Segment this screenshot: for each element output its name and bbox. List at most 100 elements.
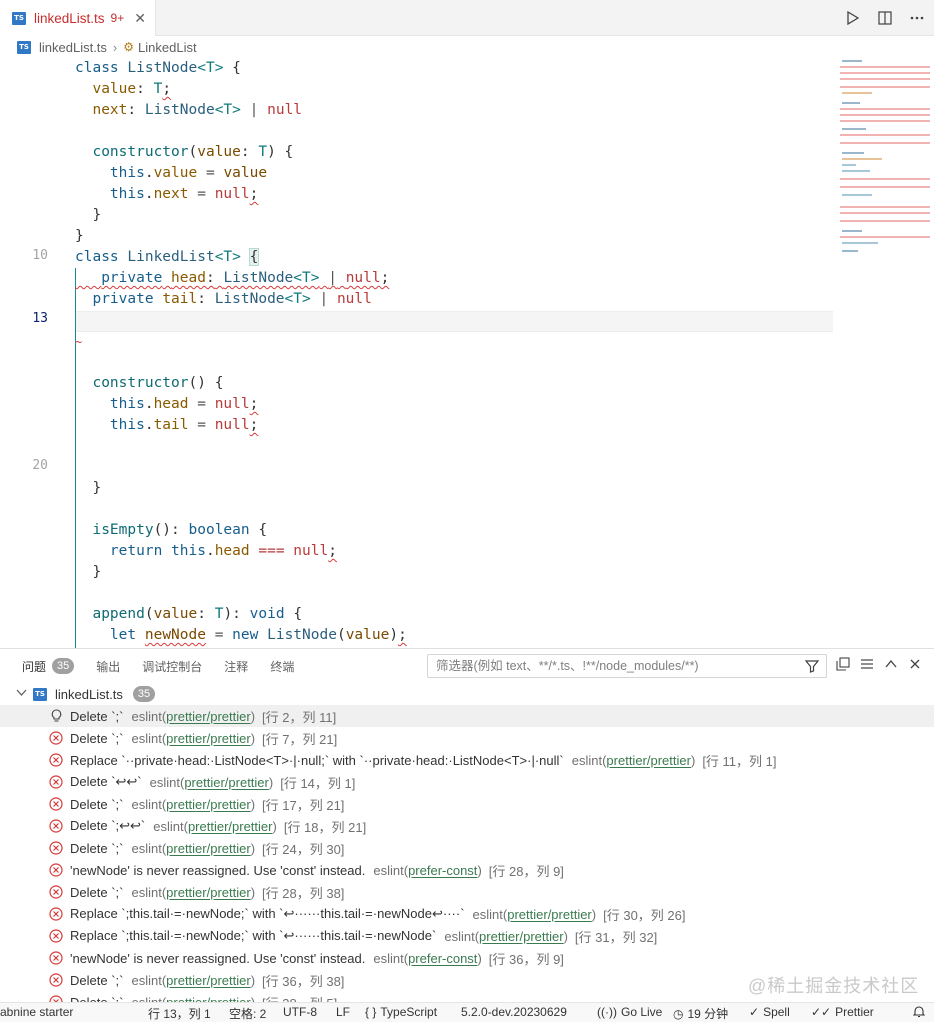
- problem-rule-link[interactable]: prettier/prettier: [166, 731, 251, 746]
- problem-rule-link[interactable]: prefer-const: [408, 863, 477, 878]
- problem-rule-link[interactable]: prettier/prettier: [166, 995, 251, 1003]
- problems-file-node[interactable]: TS linkedList.ts 35: [0, 683, 934, 705]
- minimap-line: [842, 158, 882, 160]
- breadcrumb-symbol[interactable]: LinkedList: [138, 40, 197, 55]
- status-ts-version[interactable]: 5.2.0-dev.20230629: [461, 1005, 567, 1019]
- problem-location: [行 17，列 21]: [262, 797, 345, 813]
- clock-icon: ◷: [673, 1006, 684, 1021]
- filter-icon[interactable]: [804, 659, 820, 676]
- problem-location: [行 2，列 11]: [262, 709, 337, 725]
- problem-row[interactable]: Delete `;↩↩` eslint(prettier/prettier) [行 …: [0, 815, 934, 837]
- problem-message: Delete `;`: [70, 730, 124, 746]
- close-panel-icon[interactable]: [908, 657, 922, 674]
- problem-rule-link[interactable]: prettier/prettier: [166, 885, 251, 900]
- minimap-error-line: [840, 78, 930, 80]
- minimap-line: [842, 152, 864, 154]
- problem-row[interactable]: Delete `;` eslint(prettier/prettier) [行 7，…: [0, 727, 934, 749]
- line-number-active: 13: [32, 311, 48, 326]
- problem-row[interactable]: Delete `;` eslint(prettier/prettier) [行 17…: [0, 793, 934, 815]
- status-timer[interactable]: ◷ 19 分钟: [673, 1005, 728, 1022]
- run-icon[interactable]: [844, 9, 862, 27]
- chevron-right-icon: ›: [112, 39, 118, 55]
- status-spell-label: Spell: [763, 1005, 790, 1019]
- status-cursor-position[interactable]: 行 13，列 1: [148, 1005, 211, 1022]
- problem-location: [行 11，列 1]: [702, 753, 777, 769]
- status-eol[interactable]: LF: [336, 1005, 350, 1019]
- code-line: let newNode = new ListNode(value);: [109, 627, 407, 643]
- problem-rule-link[interactable]: prettier/prettier: [507, 907, 592, 922]
- problem-row[interactable]: Delete `;` eslint(prettier/prettier) [行 24…: [0, 837, 934, 859]
- code-editor[interactable]: 10 13 20 class ListNode<T> { value: T; n…: [0, 58, 934, 648]
- code-line: private head: ListNode<T> | null;: [101, 270, 390, 286]
- problem-row[interactable]: Replace `;this.tail·=·newNode;` with `↩·…: [0, 925, 934, 947]
- problem-row[interactable]: Delete `;` eslint(prettier/prettier) [行 2，…: [0, 705, 934, 727]
- problems-filter-input[interactable]: 筛选器(例如 text、**/*.ts、!**/node_modules/**): [427, 654, 827, 678]
- problem-row[interactable]: Delete `;` eslint(prettier/prettier) [行 28…: [0, 881, 934, 903]
- code-line: this.next = null;: [109, 186, 259, 202]
- problem-source-prefix: eslint(: [131, 708, 167, 724]
- problem-rule-link[interactable]: prettier/prettier: [166, 841, 251, 856]
- problem-location: [行 38，列 5]: [262, 993, 337, 1003]
- problem-source: eslint(prettier/prettier): [131, 885, 255, 900]
- problem-message: 'newNode' is never reassigned. Use 'cons…: [70, 950, 366, 966]
- problem-source-suffix: ): [250, 840, 256, 856]
- tab-comments[interactable]: 注释: [224, 658, 248, 675]
- code-line: private tail: ListNode<T> | null: [92, 291, 372, 307]
- problem-row[interactable]: 'newNode' is never reassigned. Use 'cons…: [0, 947, 934, 969]
- status-encoding[interactable]: UTF-8: [283, 1005, 317, 1019]
- tab-problem-count: 9+: [110, 11, 125, 25]
- collapse-all-icon[interactable]: [836, 657, 850, 674]
- status-tabnine[interactable]: abnine starter: [0, 1005, 73, 1019]
- problem-row[interactable]: Replace `;this.tail·=·newNode;` with `↩·…: [0, 903, 934, 925]
- view-as-list-icon[interactable]: [860, 657, 874, 674]
- more-actions-icon[interactable]: [908, 9, 926, 27]
- problem-rule-link[interactable]: prettier/prettier: [166, 709, 251, 724]
- check-icon: ✓: [749, 1005, 760, 1019]
- problem-message: Delete `↩↩`: [70, 774, 142, 789]
- status-go-live[interactable]: ((·)) Go Live: [597, 1005, 662, 1019]
- problem-message: Delete `;`: [70, 840, 124, 856]
- problem-rule-link[interactable]: prettier/prettier: [184, 775, 269, 790]
- problem-source-prefix: eslint(: [131, 994, 167, 1003]
- problem-rule-link[interactable]: prettier/prettier: [479, 929, 564, 944]
- code-line: constructor(value: T) {: [92, 144, 294, 160]
- status-language[interactable]: { } TypeScript: [365, 1005, 437, 1019]
- tab-debug-console[interactable]: 调试控制台: [142, 658, 202, 675]
- problem-rule-link[interactable]: prettier/prettier: [166, 797, 251, 812]
- problem-row[interactable]: Replace `··private·head:·ListNode<T>·|·n…: [0, 749, 934, 771]
- status-spell[interactable]: ✓ Spell: [749, 1005, 790, 1019]
- problem-source: eslint(prettier/prettier): [153, 819, 277, 834]
- status-indentation[interactable]: 空格: 2: [229, 1005, 266, 1022]
- problem-row[interactable]: 'newNode' is never reassigned. Use 'cons…: [0, 859, 934, 881]
- tab-output-label: 输出: [96, 659, 121, 674]
- problem-rule-link[interactable]: prettier/prettier: [166, 973, 251, 988]
- tab-comments-label: 注释: [224, 659, 249, 674]
- problem-message: Delete `;`: [70, 708, 124, 724]
- tab-output[interactable]: 输出: [96, 658, 120, 675]
- tab-problems[interactable]: 问题 35: [22, 658, 75, 675]
- close-icon[interactable]: ✕: [134, 10, 146, 27]
- breadcrumb-file[interactable]: linkedList.ts: [39, 40, 107, 55]
- problem-row[interactable]: Delete `↩↩` eslint(prettier/prettier) [行 1…: [0, 771, 934, 793]
- tab-terminal[interactable]: 终端: [270, 658, 294, 675]
- minimap[interactable]: [840, 58, 930, 318]
- code-line: }: [92, 564, 102, 580]
- problem-rule-link[interactable]: prettier/prettier: [188, 819, 273, 834]
- bell-icon[interactable]: [913, 1005, 925, 1018]
- minimap-error-line: [840, 120, 930, 122]
- line-number: 20: [32, 458, 48, 473]
- problem-rule-link[interactable]: prefer-const: [408, 951, 477, 966]
- error-icon: [49, 841, 63, 855]
- problem-message: Delete `;`: [70, 972, 124, 988]
- minimap-error-line: [840, 134, 930, 136]
- problem-rule-link[interactable]: prettier/prettier: [606, 753, 691, 768]
- split-editor-icon[interactable]: [876, 9, 894, 27]
- code-line: constructor() {: [92, 375, 224, 391]
- tab-linkedlist[interactable]: TS linkedList.ts 9+ ✕: [0, 0, 156, 36]
- problem-source-suffix: ): [690, 752, 696, 768]
- chevron-up-icon[interactable]: [884, 657, 898, 674]
- code-line: value: T;: [92, 81, 172, 97]
- problem-location: [行 28，列 38]: [262, 885, 345, 901]
- status-prettier[interactable]: ✓✓ Prettier: [811, 1005, 874, 1019]
- file-problem-count-badge: 35: [132, 686, 156, 702]
